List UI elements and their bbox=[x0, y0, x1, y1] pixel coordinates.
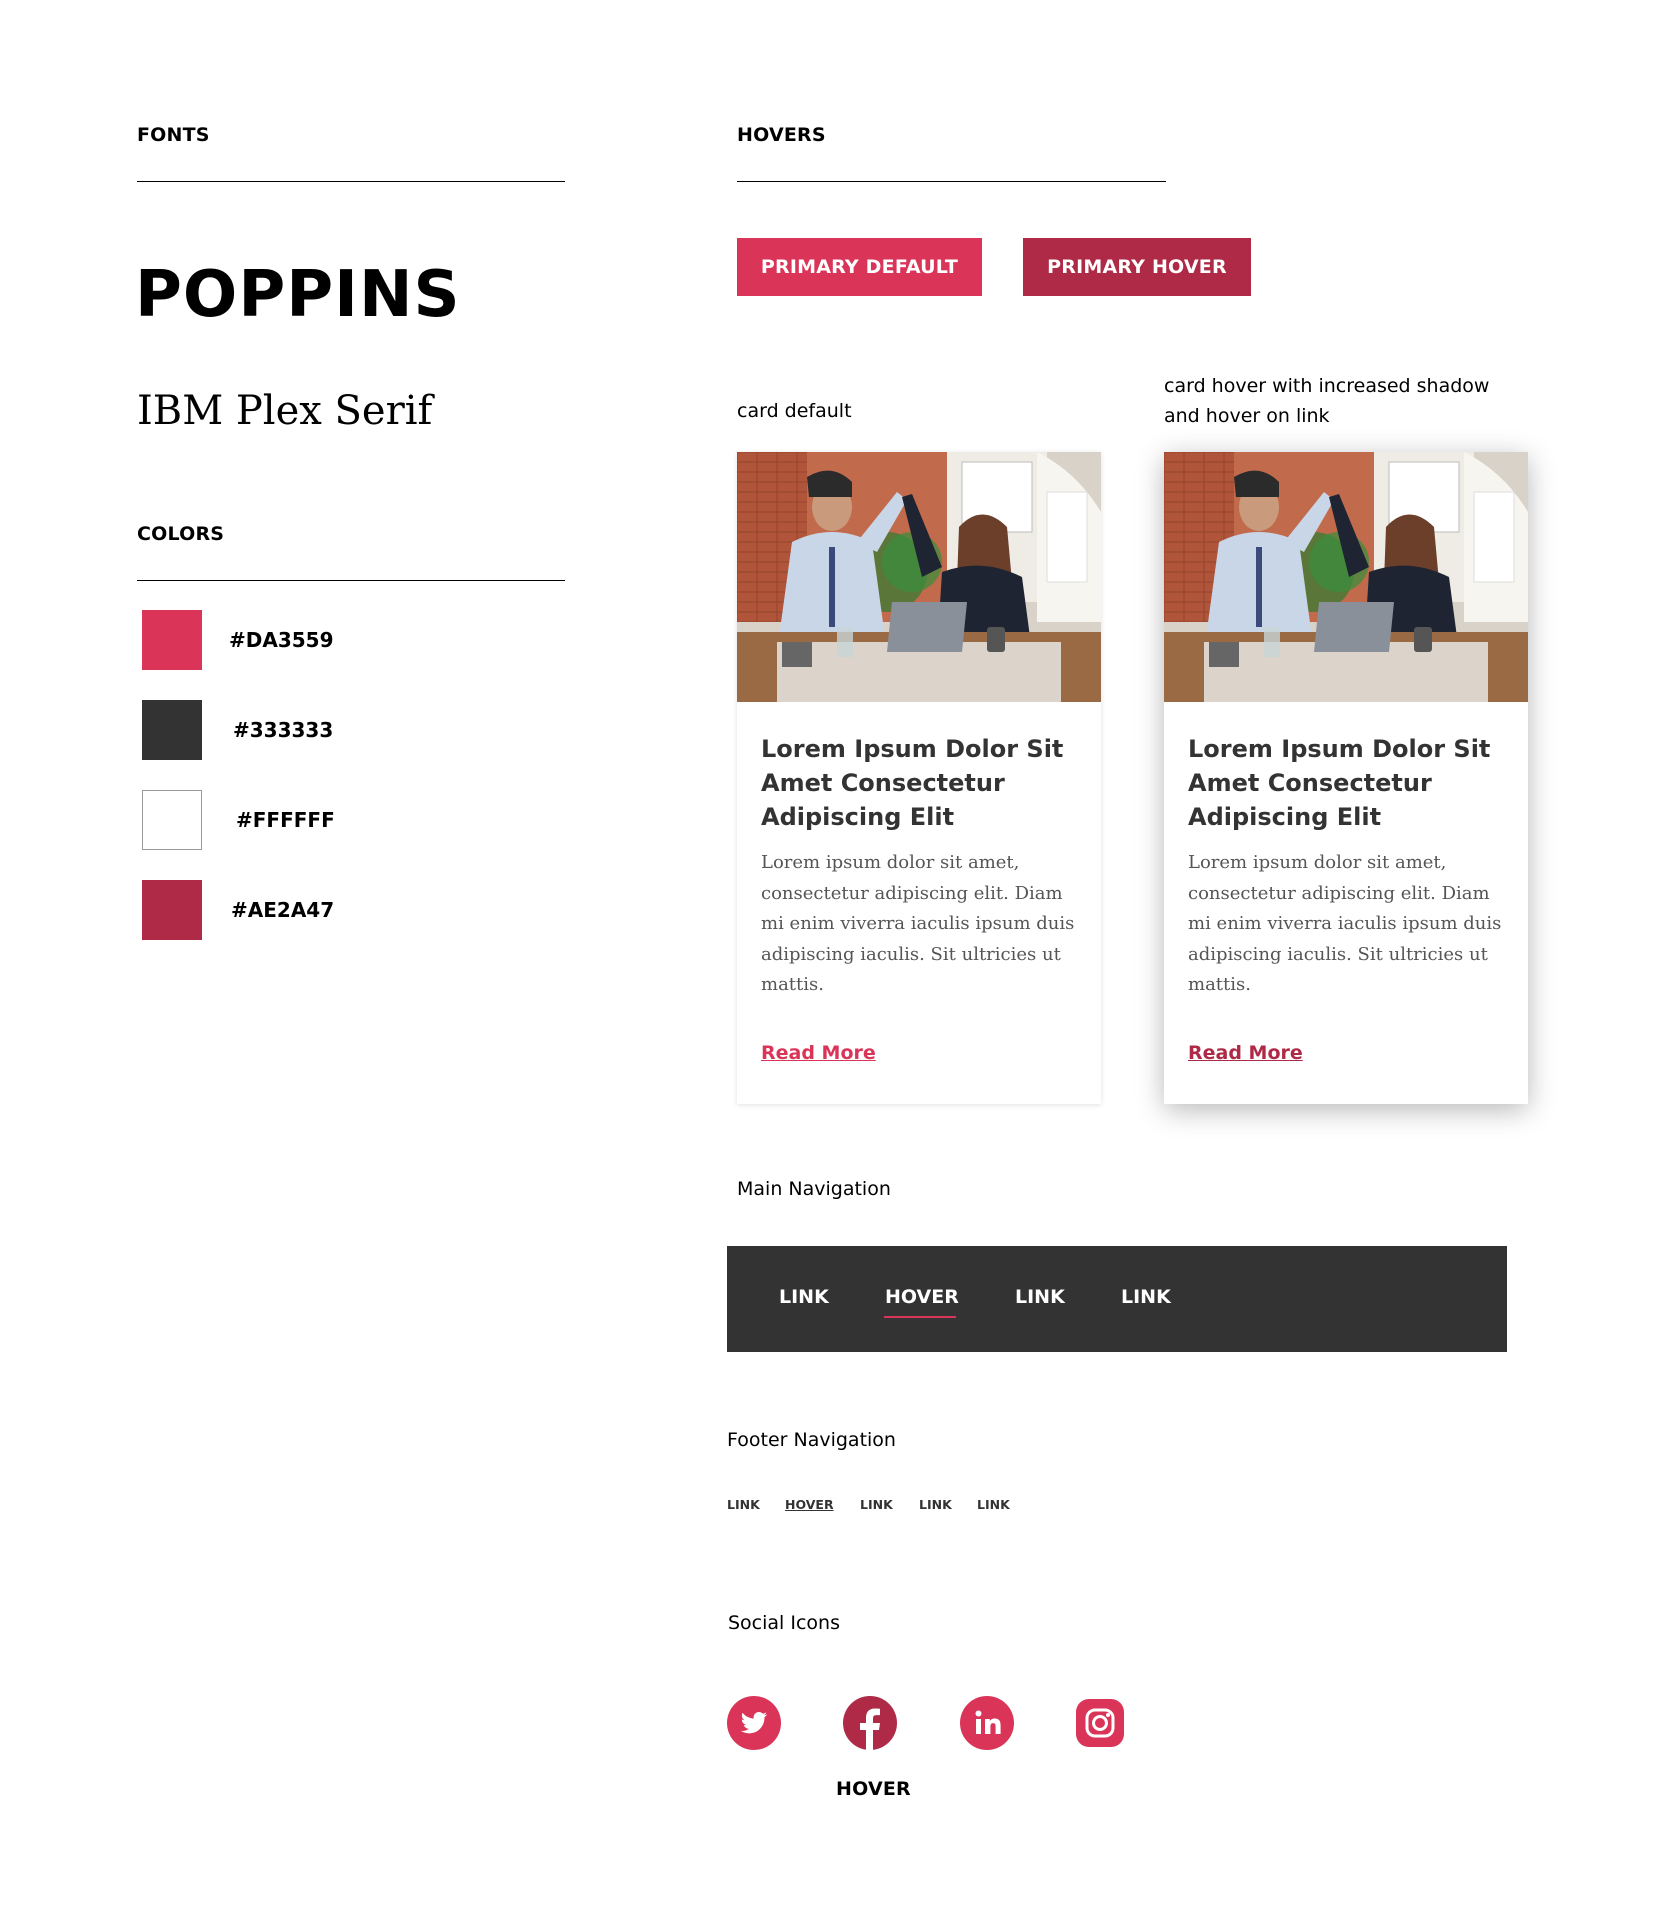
card-default-caption: card default bbox=[737, 400, 852, 422]
fonts-heading: FONTS bbox=[137, 124, 210, 146]
footer-nav-caption: Footer Navigation bbox=[727, 1429, 896, 1451]
card-body-text: Lorem ipsum dolor sit amet, consectetur … bbox=[1188, 852, 1502, 995]
footer-nav-link-3[interactable]: LINK bbox=[860, 1497, 893, 1512]
card-body-text: Lorem ipsum dolor sit amet, consectetur … bbox=[761, 852, 1075, 995]
primary-hover-button[interactable]: PRIMARY HOVER bbox=[1023, 238, 1251, 296]
color-label-white: #FFFFFF bbox=[236, 808, 335, 832]
footer-nav-link-5[interactable]: LINK bbox=[977, 1497, 1010, 1512]
card-image bbox=[737, 452, 1101, 702]
secondary-font-sample: IBM Plex Serif bbox=[137, 388, 433, 434]
card-title: Lorem Ipsum Dolor Sit Amet Consectetur A… bbox=[761, 735, 1064, 831]
instagram-icon[interactable] bbox=[1073, 1696, 1127, 1750]
read-more-link[interactable]: Read More bbox=[761, 1042, 876, 1064]
primary-default-button[interactable]: PRIMARY DEFAULT bbox=[737, 238, 982, 296]
color-label-dark: #333333 bbox=[233, 718, 334, 742]
main-nav-link-hover[interactable]: HOVER bbox=[885, 1286, 959, 1308]
footer-nav-link-4[interactable]: LINK bbox=[919, 1497, 952, 1512]
card-image bbox=[1164, 452, 1528, 702]
fonts-divider bbox=[137, 181, 565, 182]
card-hover-caption-line2: and hover on link bbox=[1164, 405, 1330, 427]
facebook-icon[interactable] bbox=[843, 1696, 897, 1750]
read-more-link-hover[interactable]: Read More bbox=[1188, 1042, 1303, 1064]
social-icons-caption: Social Icons bbox=[728, 1612, 840, 1634]
primary-font-sample: POPPINS bbox=[135, 258, 461, 332]
colors-divider bbox=[137, 580, 565, 581]
footer-nav-link-1[interactable]: LINK bbox=[727, 1497, 760, 1512]
main-nav-link-4[interactable]: LINK bbox=[1121, 1286, 1171, 1308]
main-nav-link-1[interactable]: LINK bbox=[779, 1286, 829, 1308]
color-swatch-primary bbox=[142, 610, 202, 670]
footer-nav-link-hover[interactable]: HOVER bbox=[785, 1497, 834, 1512]
color-swatch-white bbox=[142, 790, 202, 850]
card-hover[interactable]: Lorem Ipsum Dolor Sit Amet Consectetur A… bbox=[1164, 452, 1528, 1104]
colors-heading: COLORS bbox=[137, 523, 225, 545]
color-swatch-dark bbox=[142, 700, 202, 760]
card-default[interactable]: Lorem Ipsum Dolor Sit Amet Consectetur A… bbox=[737, 452, 1101, 1104]
color-swatch-hover bbox=[142, 880, 202, 940]
card-title: Lorem Ipsum Dolor Sit Amet Consectetur A… bbox=[1188, 735, 1491, 831]
main-nav-bar: LINK HOVER LINK LINK bbox=[727, 1246, 1507, 1352]
hovers-divider bbox=[737, 181, 1166, 182]
linkedin-icon[interactable] bbox=[960, 1696, 1014, 1750]
twitter-icon[interactable] bbox=[727, 1696, 781, 1750]
main-nav-hover-underline bbox=[884, 1316, 956, 1318]
main-nav-caption: Main Navigation bbox=[737, 1178, 891, 1200]
card-hover-caption-line1: card hover with increased shadow bbox=[1164, 375, 1490, 397]
color-label-primary: #DA3559 bbox=[229, 628, 334, 652]
social-hover-label: HOVER bbox=[836, 1778, 911, 1800]
hovers-heading: HOVERS bbox=[737, 124, 826, 146]
color-label-hover: #AE2A47 bbox=[231, 898, 335, 922]
main-nav-link-3[interactable]: LINK bbox=[1015, 1286, 1065, 1308]
